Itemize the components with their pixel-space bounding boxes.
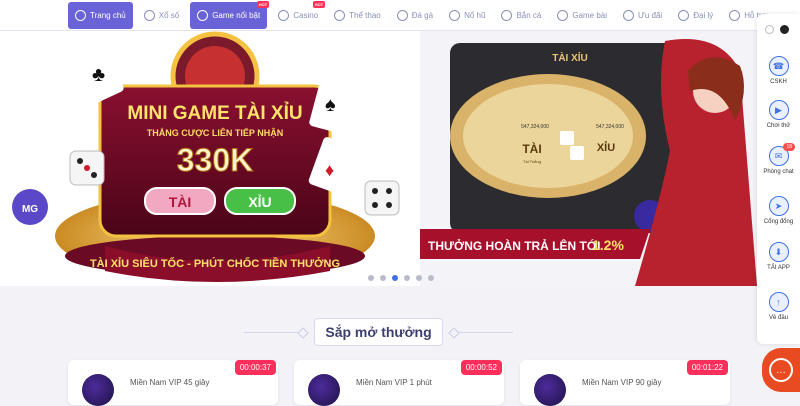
nav-lottery[interactable]: Xổ số bbox=[139, 2, 184, 29]
top-navigation: Trang chủ Xổ số Game nổi bật HOT Casino HO… bbox=[0, 0, 800, 31]
nav-fishing[interactable]: Bắn cá bbox=[496, 2, 546, 29]
nav-agent[interactable]: Đại lý bbox=[673, 2, 718, 29]
arrow-up-icon: ↑ bbox=[768, 292, 789, 312]
cards-icon bbox=[557, 9, 569, 21]
table-tai-sub: Tài Thắng bbox=[523, 159, 541, 164]
chat-bubble-icon: … bbox=[769, 358, 793, 382]
agent-icon bbox=[678, 9, 690, 21]
support-icon bbox=[729, 9, 741, 21]
game-icon bbox=[197, 9, 209, 21]
xiu-label: XỈU bbox=[248, 194, 271, 210]
side-try[interactable]: ▶ Chơi thử bbox=[757, 100, 800, 129]
draw-card[interactable]: Miền Nam VIP 45 giây 00:00:37 bbox=[68, 360, 278, 406]
promo-percent: 1.2% bbox=[592, 237, 624, 253]
carousel-dot[interactable] bbox=[404, 275, 410, 281]
gift-icon bbox=[623, 9, 635, 21]
nav-casino[interactable]: Casino HOT bbox=[273, 0, 326, 29]
spade-card-icon: ♠ bbox=[325, 94, 336, 116]
fish-icon bbox=[501, 9, 513, 21]
dark-mode-dot[interactable] bbox=[780, 25, 789, 34]
download-icon: ⬇ bbox=[768, 242, 789, 262]
nav-sports[interactable]: Thể thao bbox=[329, 2, 386, 29]
slots-icon bbox=[449, 9, 461, 21]
nav-slots[interactable]: Nổ hũ bbox=[444, 2, 490, 29]
side-top[interactable]: ↑ Về đầu bbox=[757, 292, 800, 321]
promo-banner-carousel[interactable]: MINI GAME TÀI XỈU THẮNG CƯỢC LIÊN TIẾP N… bbox=[0, 31, 757, 286]
promo-text: THƯỞNG HOÀN TRẢ LÊN TỚI bbox=[428, 238, 600, 253]
side-community[interactable]: ➤ Cổng đổng bbox=[757, 196, 800, 225]
casino-icon bbox=[278, 9, 290, 21]
carousel-dot-active[interactable] bbox=[392, 275, 398, 281]
divider bbox=[452, 331, 513, 333]
refund-artwork: TÀI XỈU 547,324,000 547,324,000 TÀI Tài … bbox=[390, 39, 757, 286]
nav-promotions[interactable]: Ưu đãi bbox=[618, 2, 667, 29]
banner-tagline: TÀI XỈU SIÊU TỐC - PHÚT CHỐC TIỀN THƯỞNG bbox=[90, 256, 340, 270]
side-cskh[interactable]: ☎ CSKH bbox=[757, 56, 800, 85]
theme-toggle[interactable] bbox=[765, 25, 795, 34]
banner-amount: 330K bbox=[177, 142, 254, 178]
carousel-dot[interactable] bbox=[380, 275, 386, 281]
banner-refund-promo: TÀI XỈU 547,324,000 547,324,000 TÀI Tài … bbox=[390, 31, 757, 286]
carousel-dot[interactable] bbox=[428, 275, 434, 281]
nav-home[interactable]: Trang chủ bbox=[68, 1, 133, 29]
tai-xiu-artwork: MINI GAME TÀI XỈU THẮNG CƯỢC LIÊN TIẾP N… bbox=[12, 31, 400, 282]
lottery-icon bbox=[143, 9, 155, 21]
chat-badge: 18 bbox=[783, 143, 795, 151]
nav-cockfight[interactable]: Đá gà bbox=[392, 2, 438, 29]
table-title: TÀI XỈU bbox=[552, 51, 588, 64]
tai-label: TÀI bbox=[169, 194, 192, 210]
headset-icon: ☎ bbox=[768, 56, 789, 76]
draw-card[interactable]: Miền Nam VIP 1 phút 00:00:52 bbox=[294, 360, 504, 406]
table-xiu: XỈU bbox=[597, 141, 615, 154]
left-value: 547,324,000 bbox=[521, 124, 549, 130]
right-value: 547,324,000 bbox=[596, 124, 624, 130]
draw-timer: 00:00:52 bbox=[460, 360, 502, 375]
table-tai: TÀI bbox=[522, 141, 541, 156]
carousel-dot[interactable] bbox=[368, 275, 374, 281]
nav-featured-games[interactable]: Game nổi bật HOT bbox=[190, 0, 270, 29]
draw-name: Miền Nam VIP 1 phút bbox=[356, 378, 432, 387]
draw-card[interactable]: Miền Nam VIP 90 giây 00:01:22 bbox=[520, 360, 730, 406]
sports-icon bbox=[334, 9, 346, 21]
draw-name: Miền Nam VIP 90 giây bbox=[582, 378, 662, 387]
home-icon bbox=[75, 9, 86, 21]
lottery-thumb-icon bbox=[534, 374, 566, 406]
play-icon: ▶ bbox=[768, 100, 789, 120]
club-card-icon: ♣ bbox=[92, 64, 105, 86]
mini-game-logo: MG bbox=[22, 204, 38, 215]
side-download[interactable]: ⬇ TẢI APP bbox=[757, 242, 800, 271]
banner-subtitle: THẮNG CƯỢC LIÊN TIẾP NHẬN bbox=[147, 127, 283, 138]
rooster-icon bbox=[396, 9, 408, 21]
upcoming-draws: Miền Nam VIP 45 giây 00:00:37 Miền Nam V… bbox=[0, 360, 757, 406]
carousel-dot[interactable] bbox=[416, 275, 422, 281]
hot-badge: HOT bbox=[312, 0, 326, 8]
floating-sidebar: ☎ CSKH ▶ Chơi thử ✉ 18 Phòng chat ➤ Cổng đổng… bbox=[757, 14, 800, 344]
section-title: Sắp mở thưởng bbox=[314, 318, 443, 346]
draw-name: Miền Nam VIP 45 giây bbox=[130, 378, 210, 387]
diamond-card-icon: ♦ bbox=[325, 160, 334, 180]
side-chat[interactable]: ✉ 18 Phòng chat bbox=[757, 143, 800, 175]
live-chat-button[interactable]: … bbox=[762, 348, 800, 392]
hot-badge: HOT bbox=[256, 0, 270, 8]
light-mode-dot[interactable] bbox=[765, 25, 774, 34]
draw-timer: 00:00:37 bbox=[234, 360, 276, 375]
draw-timer: 00:01:22 bbox=[686, 360, 728, 375]
banner-title: MINI GAME TÀI XỈU bbox=[127, 102, 302, 124]
lottery-thumb-icon bbox=[308, 374, 340, 406]
send-icon: ➤ bbox=[768, 196, 789, 216]
nav-card-games[interactable]: Game bài bbox=[552, 2, 612, 29]
banner-mini-game-tai-xiu: MINI GAME TÀI XỈU THẮNG CƯỢC LIÊN TIẾP N… bbox=[0, 31, 420, 286]
section-header: Sắp mở thưởng bbox=[0, 318, 757, 346]
divider bbox=[244, 331, 305, 333]
lottery-thumb-icon bbox=[82, 374, 114, 406]
carousel-dots bbox=[368, 275, 440, 281]
